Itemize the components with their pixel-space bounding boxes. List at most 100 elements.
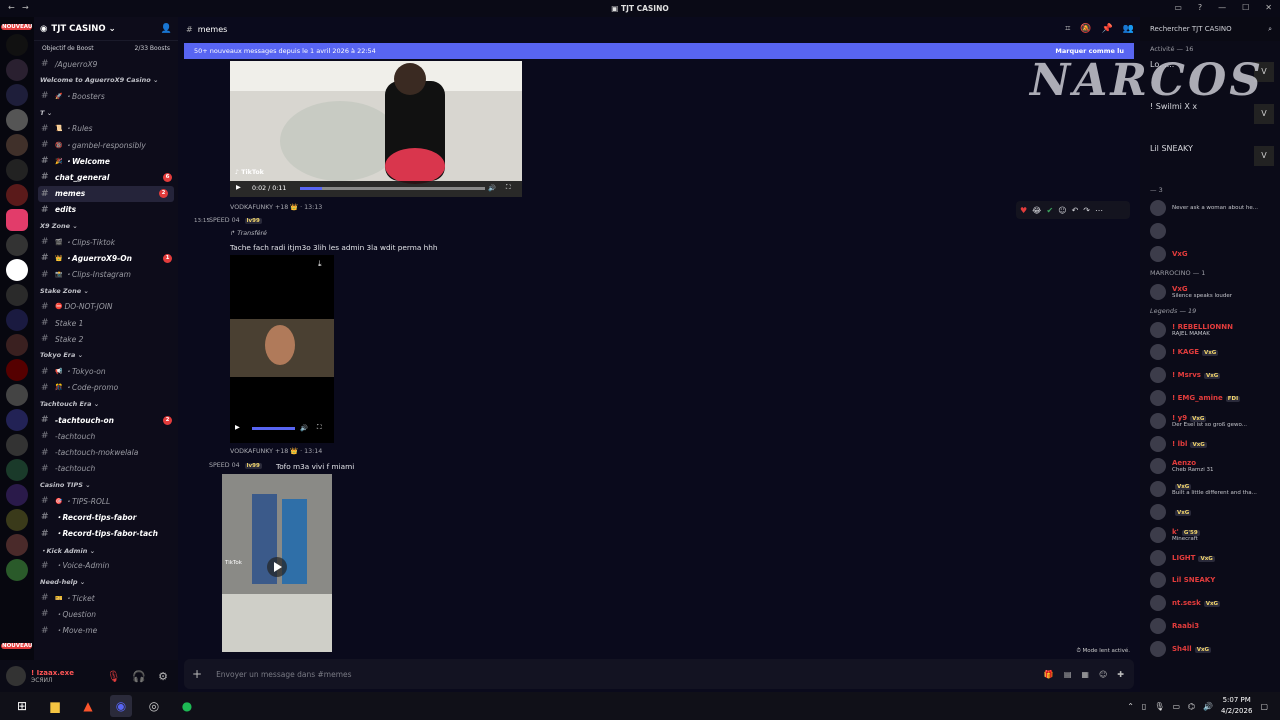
pin-icon[interactable]: 📌 bbox=[1102, 24, 1113, 34]
channel-category[interactable]: Tokyo Era ⌄ bbox=[34, 347, 178, 363]
gift-icon[interactable]: 🎁 bbox=[1044, 670, 1054, 679]
network-icon[interactable]: ⌬ bbox=[1188, 702, 1195, 711]
message-input[interactable]: Envoyer un message dans #memes bbox=[216, 670, 351, 679]
deafen-icon[interactable]: 🎧 bbox=[132, 670, 146, 683]
maximize-button[interactable]: ☐ bbox=[1242, 3, 1249, 12]
channel-item[interactable]: # ⛔ DO-NOT-JOIN bbox=[34, 299, 178, 315]
channel-item[interactable]: # Stake 2 bbox=[34, 331, 178, 347]
app-icon[interactable]: ◎ bbox=[143, 695, 165, 717]
guild-header[interactable]: ◉ TJT CASINO ⌄ 👤 bbox=[34, 17, 178, 41]
spotify-icon[interactable]: ● bbox=[176, 695, 198, 717]
windows-start-icon[interactable]: ⊞ bbox=[11, 695, 33, 717]
member-item[interactable]: ! KAGE VxG bbox=[1140, 341, 1280, 364]
mic-icon[interactable]: 🎙 bbox=[1154, 702, 1164, 711]
server-icon[interactable] bbox=[6, 334, 28, 356]
member-item[interactable]: ! EMG_amine FDI bbox=[1140, 387, 1280, 410]
emoji-icon[interactable]: ☺ bbox=[1099, 670, 1107, 679]
member-item[interactable]: Never ask a woman about he... bbox=[1140, 197, 1280, 220]
channel-item[interactable]: # ・Question bbox=[34, 606, 178, 622]
sticker-icon[interactable]: ▦ bbox=[1081, 670, 1089, 679]
channel-item[interactable]: # 🎫 ・Ticket bbox=[34, 590, 178, 606]
server-icon[interactable] bbox=[6, 384, 28, 406]
server-icon[interactable] bbox=[6, 159, 28, 181]
fullscreen-icon[interactable]: ⛶ bbox=[317, 424, 321, 432]
server-icon[interactable] bbox=[6, 109, 28, 131]
notifications-icon[interactable]: ▢ bbox=[1260, 702, 1268, 711]
channel-item[interactable]: # ・Record-tips-fabor bbox=[34, 509, 178, 525]
check-reaction-icon[interactable]: ✔ bbox=[1047, 206, 1054, 215]
add-attachment-icon[interactable]: + bbox=[192, 667, 202, 681]
gif-icon[interactable]: ▤ bbox=[1064, 670, 1072, 679]
server-icon[interactable] bbox=[6, 434, 28, 456]
server-icon[interactable] bbox=[6, 484, 28, 506]
channel-item[interactable]: # 🎯 ・TIPS-ROLL bbox=[34, 493, 178, 509]
member-item[interactable]: Sh4ll VxG bbox=[1140, 637, 1280, 660]
channel-item[interactable]: # 👑 ・AguerroX9-On 1 bbox=[34, 250, 178, 266]
server-icon[interactable] bbox=[6, 459, 28, 481]
volume-icon[interactable]: 🔊 bbox=[1203, 702, 1213, 711]
channel-category[interactable]: ・Kick Admin ⌄ bbox=[34, 542, 178, 558]
channel-category[interactable]: Stake Zone ⌄ bbox=[34, 283, 178, 299]
channel-item[interactable]: # -tachtouch bbox=[34, 461, 178, 477]
server-icon[interactable] bbox=[6, 534, 28, 556]
message-author[interactable]: VODKAFUNKY +18 👑 · 13:13 bbox=[230, 203, 322, 211]
channel-item[interactable]: # chat_general 6 bbox=[34, 169, 178, 185]
volume-icon[interactable]: 🔊 bbox=[300, 424, 308, 432]
server-icon[interactable] bbox=[6, 84, 28, 106]
speaker-name[interactable]: SPEED 04 lv99 bbox=[209, 217, 262, 224]
member-item[interactable]: VxG Silence speaks louder bbox=[1140, 280, 1280, 303]
member-list-icon[interactable]: 👥 bbox=[1123, 24, 1134, 34]
settings-gear-icon[interactable]: ⚙ bbox=[158, 670, 168, 683]
server-icon[interactable] bbox=[6, 184, 28, 206]
activity-card[interactable]: Lil SNEAKY V bbox=[1140, 140, 1280, 182]
minimize-button[interactable]: — bbox=[1218, 3, 1226, 12]
download-icon[interactable]: ⤓ bbox=[318, 259, 322, 269]
new-messages-bar[interactable]: 50+ nouveaux messages depuis le 1 avril … bbox=[184, 43, 1134, 59]
member-item[interactable]: ! REBELLIONNN RAJEL MAMAK bbox=[1140, 318, 1280, 341]
channel-category[interactable]: T ⌄ bbox=[34, 105, 178, 121]
channel-item[interactable]: # 📜 ・Rules bbox=[34, 121, 178, 137]
member-item[interactable]: Aenzo Cheb Ramzi 31 bbox=[1140, 455, 1280, 478]
mark-read-button[interactable]: Marquer comme lu bbox=[1055, 47, 1124, 55]
member-item[interactable]: ! Msrvs VxG bbox=[1140, 364, 1280, 387]
channel-item[interactable]: # 📸 ・Clips-Instagram bbox=[34, 266, 178, 282]
boost-goal[interactable]: Objectif de Boost 2/33 Boosts bbox=[34, 41, 178, 56]
server-icon[interactable] bbox=[6, 359, 28, 381]
video-player[interactable]: ♪ TikTok ▶ 0:02 / 0:11 🔊 ⛶ bbox=[230, 61, 522, 197]
volume-icon[interactable]: 🔊 bbox=[488, 184, 496, 192]
heart-reaction-icon[interactable]: ♥ bbox=[1020, 206, 1027, 215]
server-icon[interactable] bbox=[6, 259, 28, 281]
member-item[interactable]: LIGHT VxG bbox=[1140, 546, 1280, 569]
help-icon[interactable]: ? bbox=[1198, 3, 1202, 12]
member-item[interactable]: VxG Built a little different and tha... bbox=[1140, 478, 1280, 501]
server-icon[interactable] bbox=[6, 59, 28, 81]
channel-item[interactable]: # 🔞 ・gambel-responsibly bbox=[34, 137, 178, 153]
channel-item[interactable]: # 🎊 ・Code-promo bbox=[34, 380, 178, 396]
play-icon[interactable]: ▶ bbox=[235, 424, 240, 431]
add-reaction-icon[interactable]: ☺ bbox=[1058, 206, 1066, 215]
member-item[interactable]: ! lbl VxG bbox=[1140, 432, 1280, 455]
channel-category[interactable]: X9 Zone ⌄ bbox=[34, 218, 178, 234]
server-icon[interactable] bbox=[6, 284, 28, 306]
member-item[interactable]: VxG bbox=[1140, 243, 1280, 266]
channel-item[interactable]: # Stake 1 bbox=[34, 315, 178, 331]
channel-category[interactable]: Welcome to AguerroX9 Casino ⌄ bbox=[34, 72, 178, 88]
emoji-reaction-icon[interactable]: 😂 bbox=[1032, 206, 1041, 215]
server-icon[interactable] bbox=[6, 509, 28, 531]
avatar[interactable] bbox=[6, 666, 26, 686]
reply-icon[interactable]: ↶ bbox=[1072, 206, 1079, 215]
channel-item[interactable]: # -tachtouch bbox=[34, 428, 178, 444]
server-icon[interactable] bbox=[6, 134, 28, 156]
fullscreen-icon[interactable]: ⛶ bbox=[506, 184, 510, 192]
speaker-name[interactable]: SPEED 04 lv99 bbox=[209, 462, 262, 469]
channel-item[interactable]: # 🎉 ・Welcome bbox=[34, 153, 178, 169]
play-icon[interactable]: ▶ bbox=[236, 184, 241, 191]
member-item[interactable]: Lil SNEAKY bbox=[1140, 569, 1280, 592]
battery-icon[interactable]: ▯ bbox=[1142, 702, 1146, 711]
inbox-icon[interactable]: ▭ bbox=[1174, 3, 1182, 12]
channel-item[interactable]: # 📢 ・Tokyo-on bbox=[34, 364, 178, 380]
threads-icon[interactable]: ⌗ bbox=[1065, 24, 1070, 34]
member-item[interactable]: nt.sesk VxG bbox=[1140, 592, 1280, 615]
member-item[interactable]: VxG bbox=[1140, 501, 1280, 524]
brave-browser-icon[interactable]: ▲ bbox=[77, 695, 99, 717]
